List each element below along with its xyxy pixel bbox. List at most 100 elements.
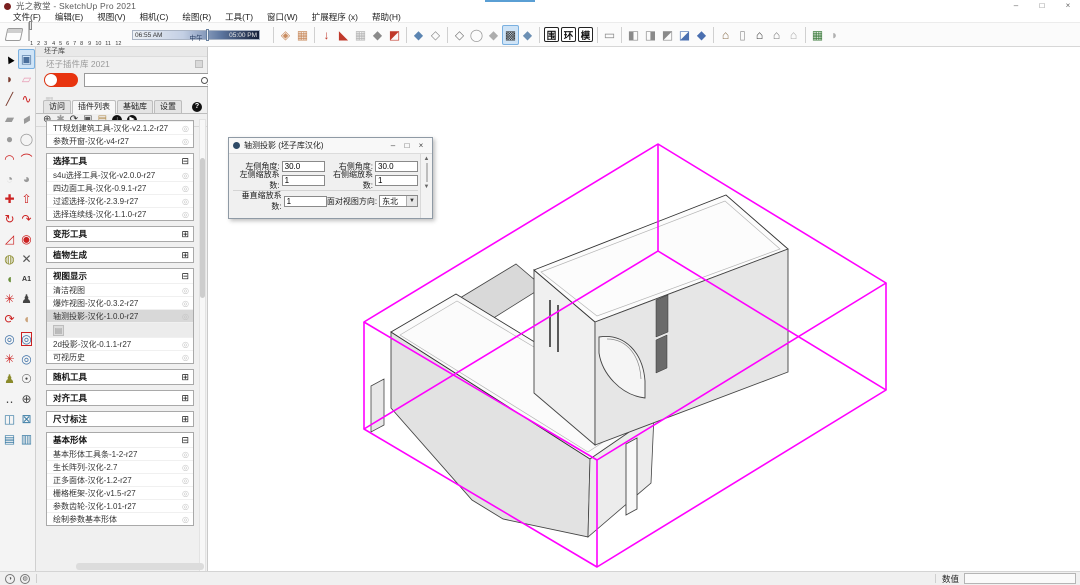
zoom-extents-tool[interactable]: ✳ xyxy=(1,349,18,369)
position-camera-tool[interactable]: ♟ xyxy=(1,369,18,389)
plugin-item[interactable]: ▤ 正多面体-汉化-1.2-r27 ◎ xyxy=(47,473,193,486)
fredo-box-icon[interactable]: ▦ xyxy=(294,25,311,45)
plugin-group-header[interactable]: 视图显示 ⊟ xyxy=(47,269,193,283)
panel-tab[interactable]: 访问 xyxy=(43,100,71,113)
group-toolbar-toggle-icon[interactable]: ⊞ xyxy=(181,414,189,425)
shadow-month-slider[interactable]: 1 2 3 4 5 6 7 8 9 10 11 12 xyxy=(28,20,124,47)
huan-button[interactable]: 环 xyxy=(561,27,576,42)
map-icon[interactable]: ▦ xyxy=(809,25,826,45)
shadow-time-slider[interactable]: 06:55 AM 中午 05:00 PM xyxy=(132,28,260,42)
fredo-scale-icon[interactable]: ◈ xyxy=(277,25,294,45)
tray-tab-title[interactable]: 坯子库 xyxy=(36,47,207,57)
scale-tool[interactable]: ◿ xyxy=(1,229,18,249)
plugin-item[interactable]: ▤ s4u选择工具-汉化-v2.0.0-r27 ◎ xyxy=(47,168,193,181)
s4u-cube-icon[interactable]: ◆ xyxy=(369,25,386,45)
panel-tab[interactable]: 基础库 xyxy=(117,100,153,113)
right-scale-input[interactable] xyxy=(375,174,418,186)
s4u-slice-icon[interactable]: ◩ xyxy=(386,25,403,45)
search-input[interactable] xyxy=(85,74,201,86)
panel-tab[interactable]: 设置 xyxy=(154,100,182,113)
tape-measure-tool[interactable]: ◍ xyxy=(1,249,18,269)
mo-button[interactable]: 模 xyxy=(578,27,593,42)
eraser-tool[interactable]: ▱ xyxy=(18,69,35,89)
tray-scrollbar[interactable] xyxy=(199,119,206,585)
dialog-title-bar[interactable]: 轴测投影 (坯子库汉化) – □ × xyxy=(229,138,432,154)
paint-tool[interactable]: ◗ xyxy=(1,69,18,89)
pie-tool[interactable]: ◔ xyxy=(1,169,18,189)
tray-scrollbar-thumb[interactable] xyxy=(200,158,205,298)
figure-3d-tool[interactable]: ♟ xyxy=(18,289,35,309)
s4u-frame-icon[interactable]: ▦ xyxy=(352,25,369,45)
month-slider-thumb[interactable] xyxy=(29,20,32,30)
menu-item[interactable]: 窗口(W) xyxy=(260,12,305,23)
wireframe-style-icon[interactable]: ◇ xyxy=(451,25,468,45)
walk-tool[interactable]: ‥ xyxy=(1,389,18,409)
plugin-item[interactable]: ▤ 可视历史 ◎ xyxy=(47,350,193,363)
section-fill-tool[interactable]: ⊠ xyxy=(18,409,35,429)
group-toolbar-toggle-icon[interactable]: ⊞ xyxy=(181,250,189,261)
right-angle-input[interactable] xyxy=(375,160,418,172)
s4u-drop-icon[interactable]: ↓ xyxy=(318,25,335,45)
vertical-scale-input[interactable] xyxy=(283,195,327,207)
leaf-tool[interactable]: ◖ xyxy=(1,269,18,289)
follow-me-tool[interactable]: ↷ xyxy=(18,209,35,229)
plugin-group-header[interactable]: 对齐工具 ⊞ xyxy=(47,391,193,405)
dialog-scroll-thumb[interactable] xyxy=(425,163,428,182)
line-tool[interactable]: ╱ xyxy=(1,89,18,109)
offset-tool[interactable]: ◉ xyxy=(18,229,35,249)
minimize-button[interactable]: – xyxy=(1010,0,1022,12)
shadows-icon[interactable] xyxy=(4,28,24,41)
plugin-item[interactable]: ▤ 过滤选择-汉化-2.3.9-r27 ◎ xyxy=(47,194,193,207)
pie-fill-tool[interactable]: ◕ xyxy=(18,169,35,189)
two-point-arc-tool[interactable]: ⌒ xyxy=(18,149,35,169)
pan-tool[interactable]: ◖ xyxy=(18,309,35,329)
plugin-group-header[interactable]: 尺寸标注 ⊞ xyxy=(47,412,193,426)
move-tool[interactable]: ✚ xyxy=(1,189,18,209)
s4u-fold-icon[interactable]: ◣ xyxy=(335,25,352,45)
home-icon[interactable]: ⌂ xyxy=(751,25,768,45)
close-button[interactable]: × xyxy=(1062,0,1074,12)
group-toolbar-toggle-icon[interactable]: ⊞ xyxy=(181,393,189,404)
plugin-item[interactable]: ▤ 栅格框架-汉化-v1.5-r27 ◎ xyxy=(47,486,193,499)
group-edit-icon[interactable]: ◧ xyxy=(625,25,642,45)
rectangle-tool[interactable]: ▰ xyxy=(1,109,18,129)
plugin-group-header[interactable]: 植物生成 ⊞ xyxy=(47,248,193,262)
group-swap-icon[interactable]: ◨ xyxy=(642,25,659,45)
look-around-tool[interactable]: ☉ xyxy=(18,369,35,389)
plugin-item[interactable]: ▤ 清洁视图 ◎ xyxy=(47,283,193,296)
plugin-item[interactable]: ▤ 轴测投影-汉化-1.0.0-r27 ◎ xyxy=(47,309,193,322)
group-toolbar-toggle-icon[interactable]: ⊟ xyxy=(181,271,189,282)
chevron-down-icon[interactable]: ▼ xyxy=(406,196,417,206)
zoom-previous-tool[interactable]: ◎ xyxy=(18,349,35,369)
polygon-tool[interactable]: ◯ xyxy=(18,129,35,149)
house-roof-icon[interactable]: ⌂ xyxy=(768,25,785,45)
view-white-cube-icon[interactable]: ◇ xyxy=(427,25,444,45)
house-textured-icon[interactable]: ⌂ xyxy=(717,25,734,45)
time-slider-thumb[interactable] xyxy=(206,28,210,41)
dialog-maximize-button[interactable]: □ xyxy=(400,141,414,150)
plugin-item[interactable]: ▤ TT规划建筑工具-汉化-v2.1.2-r27 ◎ xyxy=(47,121,193,134)
group-toolbar-toggle-icon[interactable]: ⊟ xyxy=(181,156,189,167)
cabinet-icon[interactable]: ▯ xyxy=(734,25,751,45)
wei-button[interactable]: 围 xyxy=(544,27,559,42)
help-icon[interactable]: ? xyxy=(192,102,202,112)
group-explode-icon[interactable]: ◩ xyxy=(659,25,676,45)
plugin-group-header[interactable]: 随机工具 ⊞ xyxy=(47,370,193,384)
section-display-tool[interactable]: ▤ xyxy=(1,429,18,449)
group-blue-icon[interactable]: ◪ xyxy=(676,25,693,45)
component-icon[interactable]: ▭ xyxy=(601,25,618,45)
plugin-item[interactable]: ▤ 参数开窗-汉化-v4-r27 ◎ xyxy=(47,134,193,147)
menu-item[interactable]: 绘图(R) xyxy=(175,12,218,23)
plugin-item[interactable]: ▤ 四边面工具-汉化-0.9.1-r27 ◎ xyxy=(47,181,193,194)
plugin-item[interactable]: ▤ 绘制参数基本形体 ◎ xyxy=(47,512,193,525)
monochrome-style-icon[interactable]: ▩ xyxy=(502,24,519,45)
menu-item[interactable]: 扩展程序 (x) xyxy=(305,12,365,23)
menu-item[interactable]: 编辑(E) xyxy=(48,12,90,23)
geolocation-icon[interactable]: ◑ xyxy=(5,573,15,584)
panel-tab[interactable]: 插件列表 xyxy=(72,100,116,114)
tray-bottom-scrollbar[interactable] xyxy=(76,563,204,570)
shaded-style-icon[interactable]: ◆ xyxy=(485,25,502,45)
left-angle-input[interactable] xyxy=(281,160,325,172)
search-icon[interactable] xyxy=(201,76,208,84)
maximize-button[interactable]: □ xyxy=(1036,0,1048,12)
